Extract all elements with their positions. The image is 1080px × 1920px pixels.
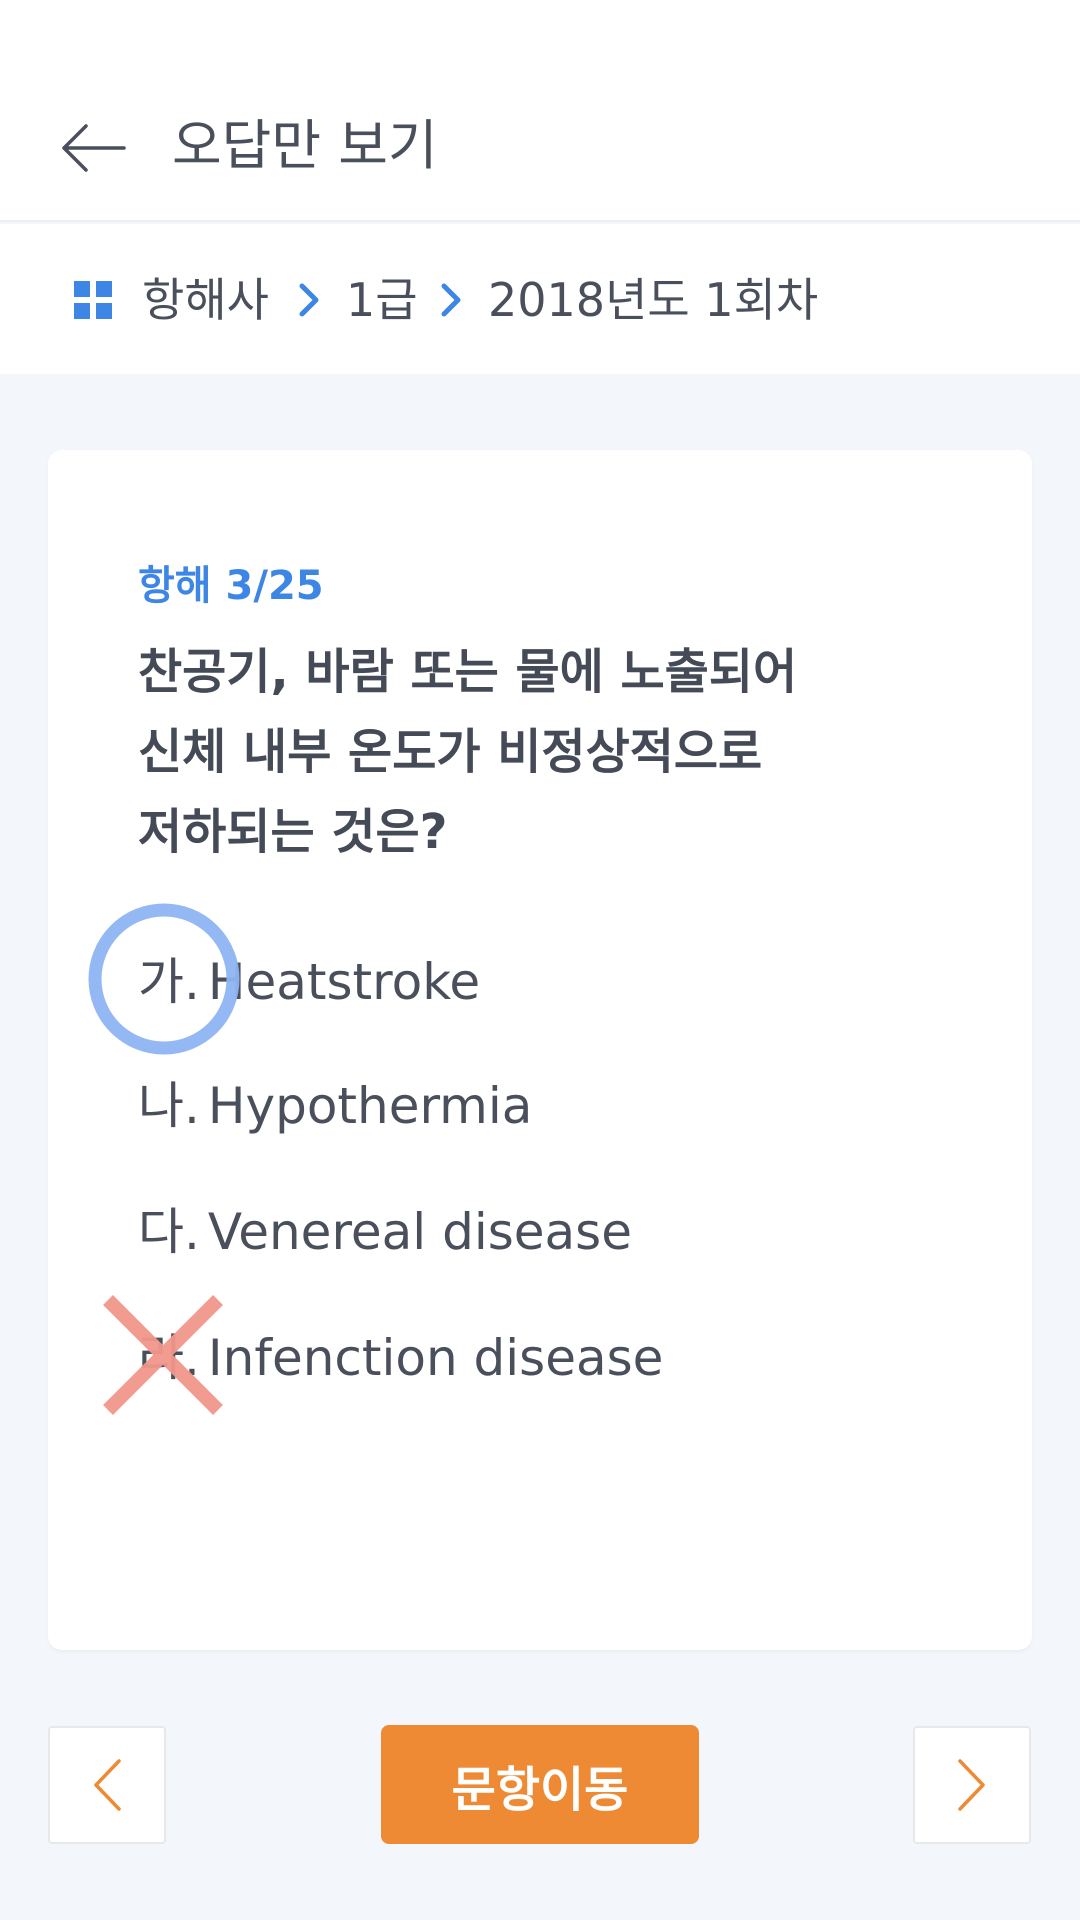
- option-na[interactable]: 나. Hypothermia: [138, 1070, 532, 1142]
- chevron-left-icon: [94, 1759, 121, 1811]
- back-button[interactable]: [60, 110, 150, 186]
- option-mark: 가.: [138, 953, 200, 1011]
- option-ga[interactable]: 가. Heatstroke: [138, 946, 480, 1018]
- breadcrumb-item-grade[interactable]: 1급: [346, 268, 418, 332]
- move-question-button[interactable]: 문항이동: [381, 1725, 699, 1844]
- arrow-left-icon: [62, 124, 126, 172]
- question-number: 항해 3/25: [138, 563, 324, 609]
- question-line: 저하되는 것은?: [138, 804, 448, 860]
- breadcrumb-item-round[interactable]: 2018년도 1회차: [488, 268, 818, 332]
- next-question-button[interactable]: [913, 1726, 1031, 1844]
- question-line: 찬공기, 바람 또는 물에 노출되어: [138, 644, 798, 700]
- option-mark: 라.: [138, 1329, 200, 1387]
- option-text: Heatstroke: [207, 953, 481, 1011]
- option-text: Infenction disease: [207, 1329, 664, 1387]
- app-header: 오답만 보기: [0, 0, 1080, 222]
- question-line: 신체 내부 온도가 비정상적으로: [138, 724, 763, 780]
- option-text: Venereal disease: [207, 1203, 632, 1261]
- chevron-right-icon: [299, 283, 319, 317]
- chevron-right-icon: [958, 1759, 985, 1811]
- question-text: 찬공기, 바람 또는 물에 노출되어 신체 내부 온도가 비정상적으로 저하되는…: [138, 632, 898, 872]
- chevron-right-icon: [441, 283, 461, 317]
- breadcrumb-item-license[interactable]: 항해사: [142, 268, 269, 332]
- breadcrumb: 항해사 1급 2018년도 1회차: [0, 224, 1080, 374]
- option-ra[interactable]: 라. Infenction disease: [138, 1322, 663, 1394]
- option-mark: 다.: [138, 1203, 200, 1261]
- page-title: 오답만 보기: [172, 114, 438, 177]
- question-card: 항해 3/25 찬공기, 바람 또는 물에 노출되어 신체 내부 온도가 비정상…: [48, 450, 1032, 1650]
- option-da[interactable]: 다. Venereal disease: [138, 1196, 632, 1268]
- prev-question-button[interactable]: [48, 1726, 166, 1844]
- option-mark: 나.: [138, 1077, 200, 1135]
- grid-icon: [74, 281, 112, 319]
- option-text: Hypothermia: [207, 1077, 533, 1135]
